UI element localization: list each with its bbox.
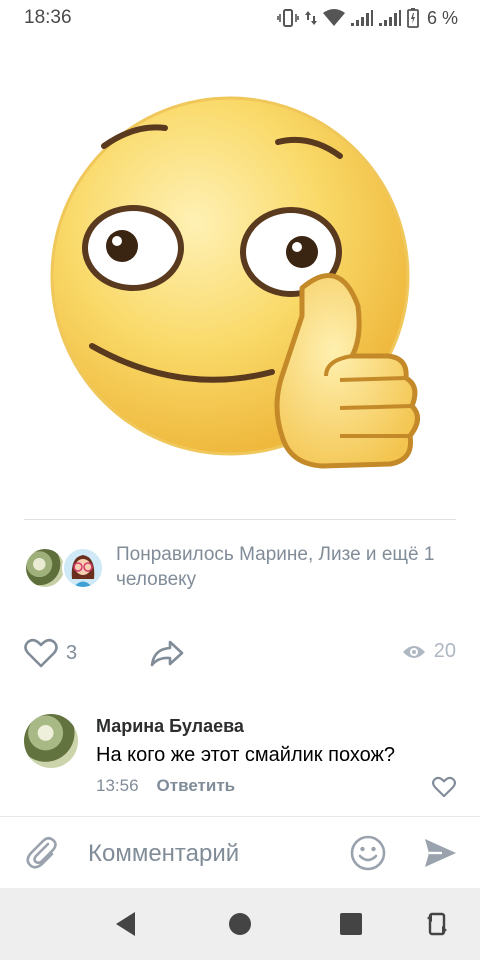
screen: 18:36 6 % Понравилось Марине, Лизе и ещё… (0, 0, 480, 960)
comment-text: На кого же этот смайлик похож? (96, 744, 396, 766)
comment-like-button[interactable] (432, 776, 456, 803)
send-icon (425, 839, 456, 867)
battery-percent: 6 % (426, 7, 458, 28)
post-actions: 3 20 (24, 636, 456, 676)
like-button[interactable]: 3 (24, 638, 77, 668)
back-icon (116, 912, 135, 936)
rotate-button[interactable] (426, 910, 448, 943)
signal-icon (378, 10, 401, 26)
send-button[interactable] (422, 835, 458, 876)
status-icons: 6 % (277, 8, 458, 29)
share-button[interactable] (148, 638, 186, 673)
battery-icon (407, 8, 419, 28)
comment-author[interactable]: Марина Булаева (96, 716, 244, 737)
system-nav-bar (0, 888, 480, 960)
views: 20 (402, 640, 456, 663)
smile-icon (350, 835, 386, 871)
recent-apps-button[interactable] (339, 912, 363, 941)
recent-apps-icon (340, 913, 362, 935)
wifi-icon (322, 9, 345, 26)
paperclip-icon (26, 836, 57, 869)
home-button[interactable] (228, 912, 252, 941)
rotate-icon (427, 912, 447, 936)
comment-meta: 13:56 Ответить (96, 776, 235, 796)
comment-time: 13:56 (96, 776, 139, 795)
avatar (62, 547, 104, 589)
views-count: 20 (433, 640, 456, 662)
home-icon (229, 913, 251, 935)
liker-avatars (24, 547, 104, 591)
status-bar: 18:36 6 % (0, 0, 480, 36)
status-time: 18:36 (24, 7, 72, 28)
divider (24, 519, 456, 520)
attach-button[interactable] (24, 835, 60, 876)
likes-summary-text: Понравилось Марине, Лизе и ещё 1 человек… (116, 544, 435, 590)
emoji-button[interactable] (350, 835, 386, 876)
signal-icon (350, 10, 373, 26)
comment: Марина Булаева На кого же этот смайлик п… (24, 712, 456, 802)
share-icon (150, 640, 184, 667)
avatar (24, 547, 66, 589)
avatar[interactable] (24, 714, 78, 768)
likes-summary[interactable]: Понравилось Марине, Лизе и ещё 1 человек… (24, 540, 464, 596)
eye-icon (402, 645, 425, 658)
comment-input-bar (0, 816, 480, 888)
sticker (0, 36, 480, 516)
likes-count: 3 (66, 641, 78, 664)
comment-input[interactable] (86, 833, 340, 875)
heart-icon (24, 638, 58, 668)
back-button[interactable] (113, 910, 139, 943)
reply-button[interactable]: Ответить (157, 776, 236, 796)
heart-icon (432, 776, 456, 798)
data-arrows-icon (304, 11, 317, 25)
vibrate-icon (277, 9, 299, 27)
thumbs-up-smiley-sticker (50, 96, 420, 469)
